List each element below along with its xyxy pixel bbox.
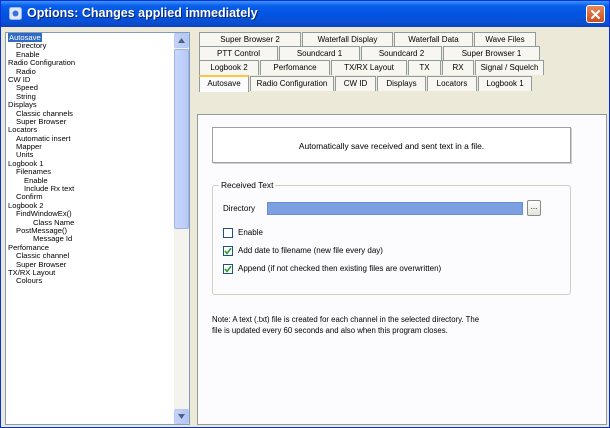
- app-icon: [9, 7, 22, 20]
- tree-list: Autosave Directory Enable Radio Configurati…: [6, 33, 174, 286]
- tab-waterfall-display[interactable]: Waterfall Display: [302, 32, 393, 47]
- description-box: Automatically save received and sent tex…: [212, 127, 571, 163]
- tab-cw-id[interactable]: CW ID: [335, 76, 376, 91]
- tree-item[interactable]: FindWindowEx(): [6, 210, 174, 218]
- tab-tx-rx-layout[interactable]: TX/RX Layout: [331, 60, 407, 75]
- autosave-panel: Automatically save received and sent tex…: [197, 114, 607, 425]
- arrow-up-icon: [178, 38, 185, 43]
- append-checkbox[interactable]: [223, 264, 233, 274]
- received-text-group: Received Text Directory ... Enable Add d…: [212, 180, 571, 295]
- close-icon: [591, 10, 600, 19]
- tree-item[interactable]: PostMessage(): [6, 226, 174, 235]
- tree-scrollbar[interactable]: [174, 33, 189, 424]
- window-title: Options: Changes applied immediately: [27, 6, 258, 20]
- add-date-checkbox[interactable]: [223, 246, 233, 256]
- tab-soundcard-1[interactable]: Soundcard 1: [279, 46, 360, 61]
- tab-radio-configuration[interactable]: Radio Configuration: [250, 76, 334, 91]
- tab-autosave[interactable]: Autosave: [199, 75, 249, 92]
- directory-field[interactable]: [267, 202, 523, 215]
- tree-item[interactable]: Colours: [6, 277, 174, 285]
- title-bar[interactable]: Options: Changes applied immediately: [1, 1, 609, 27]
- group-title: Received Text: [219, 180, 276, 191]
- options-window: Options: Changes applied immediately Aut…: [0, 0, 610, 428]
- tab-tx[interactable]: TX: [408, 60, 441, 75]
- tab-waterfall-data[interactable]: Waterfall Data: [394, 32, 473, 47]
- tab-ptt-control[interactable]: PTT Control: [199, 46, 278, 61]
- note-text: Note: A text (.txt) file is created for …: [212, 315, 592, 336]
- tab-rx[interactable]: RX: [442, 60, 474, 75]
- tab-signal-squelch[interactable]: Signal / Squelch: [475, 60, 544, 75]
- scroll-up-button[interactable]: [174, 33, 189, 48]
- tab-super-browser-1[interactable]: Super Browser 1: [443, 46, 540, 61]
- tab-wave-files[interactable]: Wave Files: [474, 32, 536, 47]
- browse-button[interactable]: ...: [527, 200, 541, 216]
- enable-checkbox[interactable]: [223, 228, 233, 238]
- tab-logbook-2[interactable]: Logbook 2: [199, 60, 259, 75]
- tab-displays[interactable]: Displays: [377, 76, 426, 91]
- checkmark-icon: [224, 247, 232, 255]
- append-label: Append (if not checked then existing fil…: [238, 264, 442, 273]
- directory-label: Directory: [223, 204, 256, 213]
- tab-logbook-1[interactable]: Logbook 1: [478, 76, 532, 91]
- tree-item[interactable]: Radio: [6, 67, 174, 76]
- scroll-thumb[interactable]: [174, 49, 189, 229]
- tab-super-browser-2[interactable]: Super Browser 2: [199, 32, 301, 47]
- scroll-down-button[interactable]: [174, 409, 189, 424]
- arrow-down-icon: [178, 414, 185, 419]
- note-line: file is updated every 60 seconds and als…: [212, 325, 448, 335]
- tree-item-label: Colours: [16, 276, 43, 286]
- tab-locators[interactable]: Locators: [427, 76, 477, 91]
- checkmark-icon: [224, 265, 232, 273]
- add-date-label: Add date to filename (new file every day…: [238, 246, 383, 255]
- note-line: Note: A text (.txt) file is created for …: [212, 315, 480, 324]
- enable-label: Enable: [238, 228, 263, 237]
- options-tree[interactable]: Autosave Directory Enable Radio Configurati…: [5, 32, 190, 425]
- tab-soundcard-2[interactable]: Soundcard 2: [361, 46, 442, 61]
- tab-perfomance[interactable]: Perfomance: [260, 60, 330, 75]
- close-button[interactable]: [586, 5, 605, 23]
